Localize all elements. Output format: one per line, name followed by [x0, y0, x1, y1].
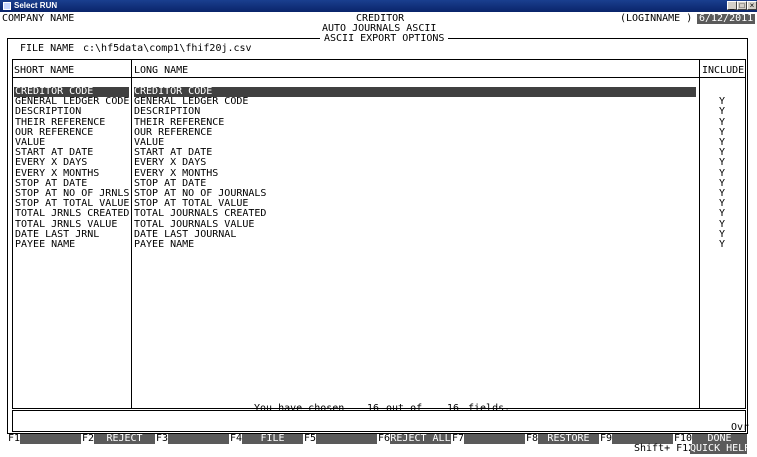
column-divider-1 [131, 59, 132, 409]
fkey-label-f8: F8 [526, 433, 539, 444]
fkey-button-f4[interactable]: FILE [242, 434, 303, 444]
column-header-include: INCLUDE [702, 65, 745, 76]
maximize-button[interactable]: □ [737, 1, 747, 10]
short-name-cell[interactable]: PAYEE NAME [15, 239, 75, 250]
quick-help-button[interactable]: QUICK HELP [690, 444, 750, 454]
long-name-cell[interactable]: PAYEE NAME [134, 239, 194, 250]
header-divider [12, 77, 746, 78]
overwrite-indicator: Ovr [731, 422, 750, 433]
window-title: Select RUN [14, 1, 58, 10]
status-chosen-count: 16 [367, 403, 380, 414]
close-button[interactable]: × [747, 1, 757, 10]
fkey-button-f5[interactable] [316, 434, 377, 444]
column-header-long: LONG NAME [134, 65, 189, 76]
current-date: 6/12/2011 [697, 13, 756, 25]
fkey-button-f8[interactable]: RESTORE [538, 434, 599, 444]
status-total-count: 16 [447, 403, 460, 414]
fkey-button-f6[interactable]: REJECT ALL [390, 434, 451, 444]
column-header-short: SHORT NAME [14, 65, 75, 76]
fkey-label-f1: F1 [8, 433, 21, 444]
fkey-label-f6: F6 [378, 433, 391, 444]
file-name-value[interactable]: c:\hf5data\comp1\fhif20j.csv [83, 43, 252, 54]
fkey-button-f2[interactable]: REJECT [94, 434, 155, 444]
fkey-label-f2: F2 [82, 433, 95, 444]
minimize-button[interactable]: _ [727, 1, 737, 10]
login-name: (LOGINNAME ) [620, 13, 693, 24]
column-divider-2 [699, 59, 700, 409]
fkey-label-f7: F7 [452, 433, 465, 444]
status-prefix: You have chosen [254, 403, 345, 414]
shift-key-label: Shift+ F12 [634, 443, 695, 454]
fkey-label-f4: F4 [230, 433, 243, 444]
app-icon [3, 2, 11, 10]
status-suffix: fields. [468, 403, 511, 414]
fkey-button-f7[interactable] [464, 434, 525, 444]
include-cell[interactable]: Y [719, 239, 725, 250]
fkey-label-f3: F3 [156, 433, 169, 444]
terminal-screen: COMPANY NAME CREDITOR (LOGINNAME ) 6/12/… [0, 12, 757, 457]
fkey-label-f5: F5 [304, 433, 317, 444]
fields-table [12, 59, 746, 409]
status-middle: out of [386, 403, 423, 414]
company-name: COMPANY NAME [2, 13, 75, 24]
file-name-label: FILE NAME [20, 43, 75, 54]
fkey-button-f1[interactable] [20, 434, 81, 444]
fkey-button-f3[interactable] [168, 434, 229, 444]
window-title-bar: Select RUN _ □ × [0, 0, 757, 12]
fkey-label-f9: F9 [600, 433, 613, 444]
section-title: ASCII EXPORT OPTIONS [320, 33, 449, 45]
